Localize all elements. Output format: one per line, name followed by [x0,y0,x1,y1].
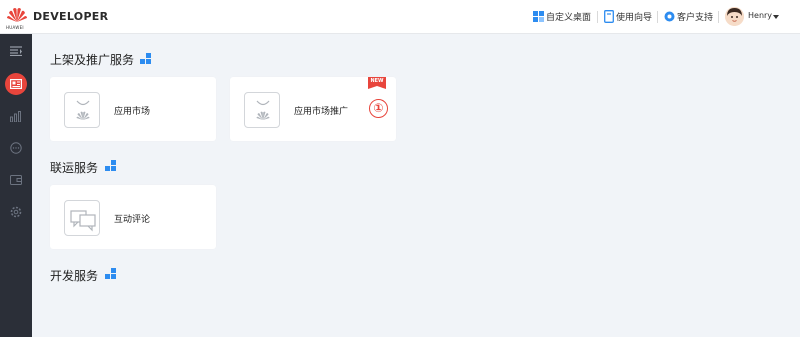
user-name[interactable]: Henry [748,11,772,20]
top-bar: HUAWEI DEVELOPER 自定义桌面 使用向导 客户支持 Henry [0,0,800,34]
divider [657,11,658,23]
guide-book-icon [604,10,614,23]
section-title-listing: 上架及推广服务 [50,53,135,67]
card-label: 应用市场推广 [294,107,349,117]
section-title-development: 开发服务 [50,269,99,283]
huawei-bag-icon [64,92,100,128]
card-interactive-comments[interactable]: 互动评论 [50,185,216,249]
divider [597,11,598,23]
section-grid-icon [140,53,151,64]
chevron-down-icon[interactable] [773,15,779,19]
comment-bubbles-icon [64,200,100,236]
sidebar [0,34,32,337]
divider [718,11,719,23]
section-title-joint-operation: 联运服务 [50,161,99,175]
sidebar-item-apps[interactable] [5,73,27,95]
chat-bubble-icon[interactable] [5,137,27,159]
card-label: 互动评论 [114,215,151,225]
bar-chart-icon[interactable] [5,105,27,127]
logo-text: HUAWEI [6,25,24,30]
section-grid-icon [105,268,116,279]
app-card-icon [10,79,22,89]
support-icon [664,11,675,22]
card-app-market[interactable]: 应用市场 [50,77,216,141]
new-badge: NEW [368,77,386,89]
settings-gear-icon[interactable] [5,201,27,223]
user-guide-link[interactable]: 使用向导 [616,10,652,23]
menu-collapse-icon[interactable] [5,40,27,62]
avatar-face-icon [725,7,744,26]
huawei-logo-icon[interactable] [6,5,28,27]
wallet-icon[interactable] [5,169,27,191]
grid-icon [533,11,544,22]
step-marker: ① [369,99,388,118]
card-app-market-promotion[interactable]: 应用市场推广 NEW ① [230,77,396,141]
huawei-bag-icon [244,92,280,128]
avatar[interactable] [725,7,744,26]
card-label: 应用市场 [114,107,151,117]
brand-title[interactable]: DEVELOPER [33,10,108,23]
new-badge-text: NEW [370,78,384,84]
section-grid-icon [105,160,116,171]
custom-desktop-link[interactable]: 自定义桌面 [546,10,591,23]
customer-support-link[interactable]: 客户支持 [677,10,713,23]
